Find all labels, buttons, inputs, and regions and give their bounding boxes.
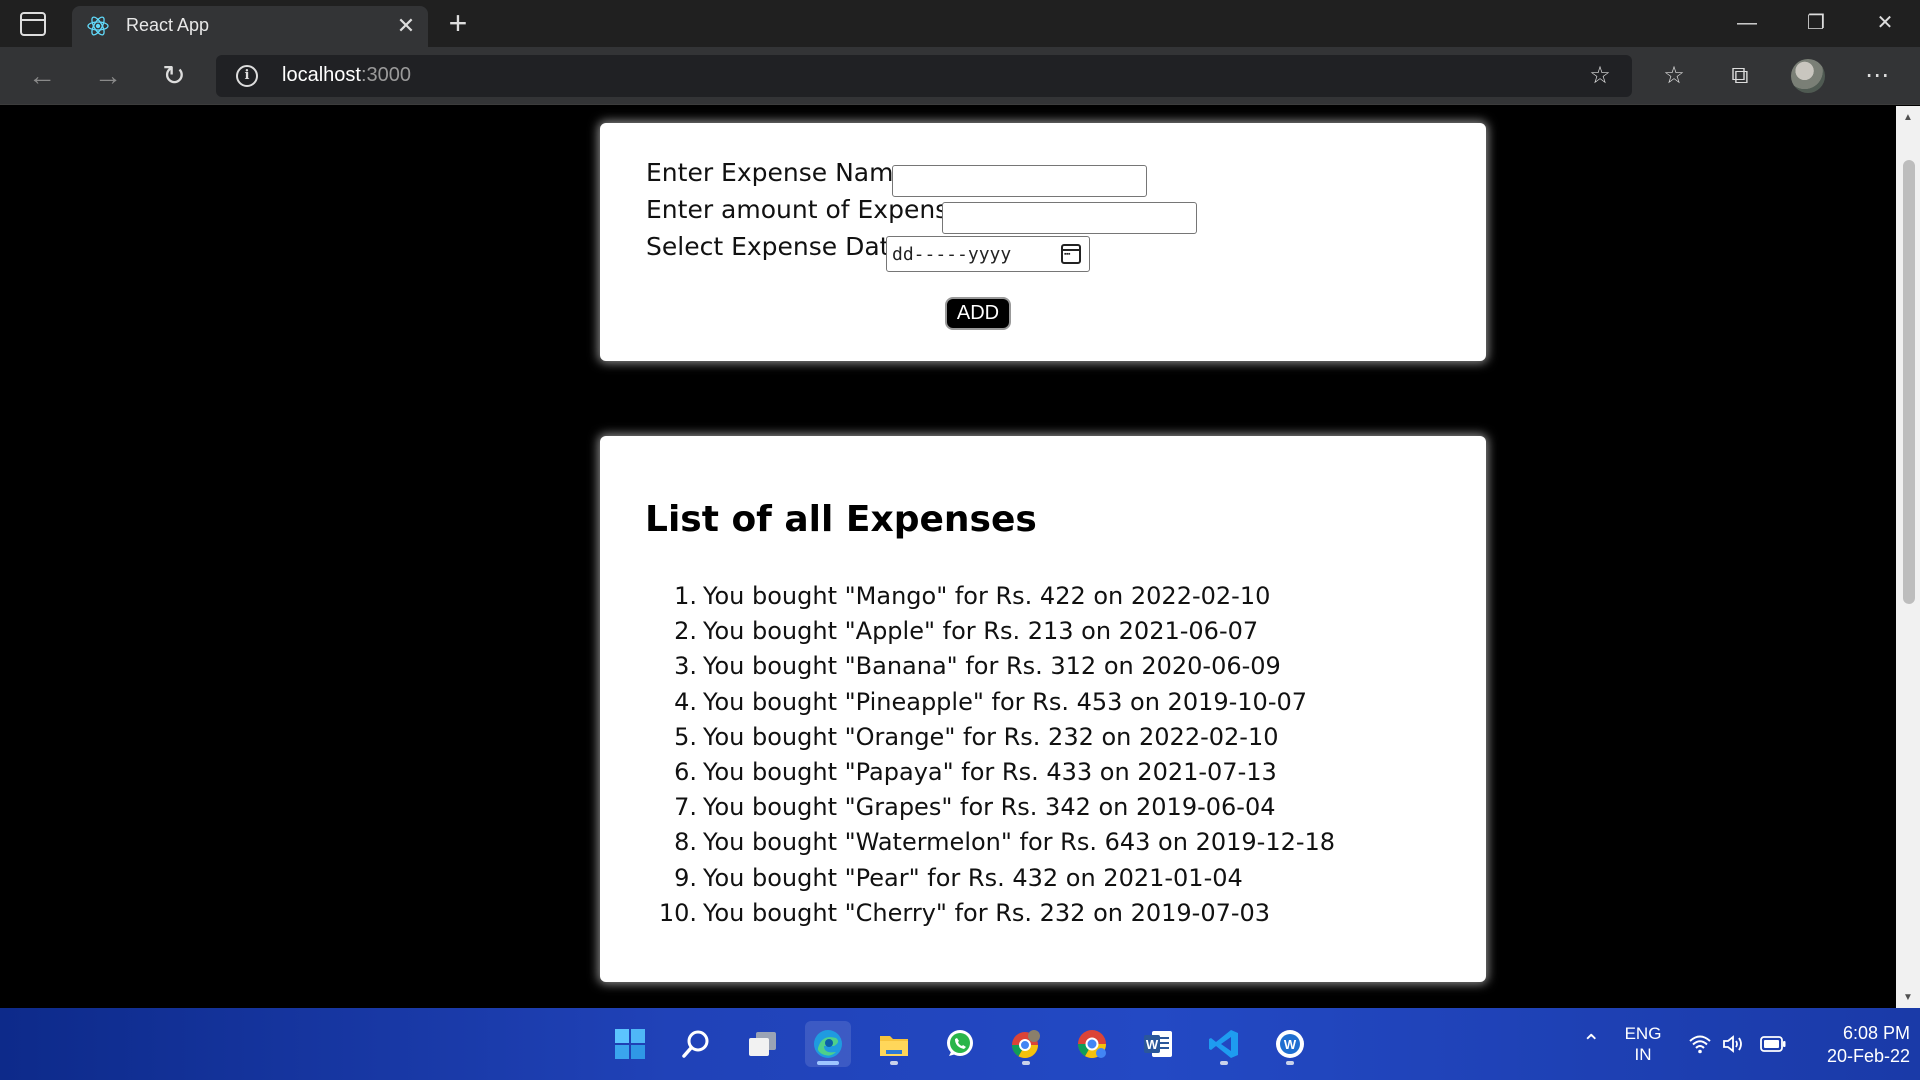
list-item: 8. You bought "Watermelon" for Rs. 643 on… <box>674 828 1336 857</box>
list-item: 2. You bought "Apple" for Rs. 213 on 2021… <box>674 617 1259 646</box>
window-close-icon[interactable]: ✕ <box>1865 8 1905 38</box>
tab-title: React App <box>126 15 210 35</box>
url-text[interactable]: localhost:3000 <box>282 64 411 87</box>
running-indicator <box>1220 1061 1228 1065</box>
expense-date-input[interactable]: dd-----yyyy <box>886 236 1090 272</box>
volume-icon[interactable] <box>1721 1032 1745 1056</box>
scroll-up-icon[interactable]: ▲ <box>1896 108 1920 128</box>
expense-date-row: Select Expense Date : <box>646 232 921 261</box>
tab-react-app[interactable]: React App ✕ <box>72 6 428 47</box>
edge-icon[interactable] <box>805 1021 851 1067</box>
date-placeholder: dd-----yyyy <box>892 244 1012 265</box>
clock-date: 20-Feb-22 <box>1826 1046 1910 1066</box>
collections-icon[interactable]: ⧉ <box>1722 59 1758 93</box>
list-item: 1. You bought "Mango" for Rs. 422 on 2022… <box>674 582 1271 610</box>
expense-date-label: Select Expense Date : <box>646 232 922 261</box>
list-item: 5. You bought "Orange" for Rs. 232 on 202… <box>674 722 1279 751</box>
minimize-icon[interactable]: — <box>1727 8 1767 38</box>
vscode-icon[interactable] <box>1201 1021 1247 1067</box>
calendar-icon[interactable] <box>1061 244 1081 264</box>
clock[interactable]: 6:08 PM 20-Feb-22 <box>1800 1022 1910 1068</box>
svg-text:W: W <box>1146 1037 1159 1052</box>
expense-amount-label: Enter amount of Expense : <box>646 195 980 224</box>
tab-actions-icon[interactable] <box>20 12 46 36</box>
whatsapp-icon[interactable] <box>937 1021 983 1067</box>
page-viewport: Enter Expense Name : Enter amount of Exp… <box>0 106 1896 1008</box>
expense-name-label: Enter Expense Name : <box>646 158 926 187</box>
expense-list-card: List of all Expenses 1. You bought "Mango… <box>600 436 1486 982</box>
scroll-down-icon[interactable]: ▼ <box>1896 988 1920 1008</box>
search-icon[interactable] <box>673 1021 719 1067</box>
list-title: List of all Expenses <box>645 499 1037 540</box>
svg-text:W: W <box>1284 1037 1297 1052</box>
expense-form-card: Enter Expense Name : Enter amount of Exp… <box>600 123 1486 361</box>
language-indicator[interactable]: ENG IN <box>1623 1023 1663 1065</box>
running-indicator <box>1286 1061 1294 1065</box>
battery-icon[interactable] <box>1760 1035 1786 1053</box>
add-favorite-icon[interactable]: ☆ <box>1586 63 1614 89</box>
favorites-icon[interactable]: ☆ <box>1656 59 1692 93</box>
list-item: 6. You bought "Papaya" for Rs. 433 on 202… <box>674 757 1277 786</box>
expense-list: 1. You bought "Mango" for Rs. 422 on 2022… <box>645 579 1335 931</box>
more-menu-icon[interactable]: ⋯ <box>1859 59 1895 93</box>
expense-name-input[interactable] <box>892 165 1147 197</box>
active-indicator <box>817 1061 839 1065</box>
running-indicator <box>890 1061 898 1065</box>
page-scrollbar[interactable]: ▲ ▼ <box>1896 106 1920 1008</box>
file-explorer-icon[interactable] <box>871 1021 917 1067</box>
add-expense-button[interactable]: ADD <box>945 297 1011 330</box>
list-item: 4. You bought "Pineapple" for Rs. 453 on … <box>674 687 1308 716</box>
word-icon[interactable]: W <box>1135 1021 1181 1067</box>
address-bar[interactable]: i localhost:3000 ☆ <box>216 55 1632 97</box>
clock-time: 6:08 PM <box>1842 1023 1910 1043</box>
show-hidden-icons-icon[interactable]: ⌃ <box>1582 1030 1600 1056</box>
expense-amount-row: Enter amount of Expense : <box>646 195 980 224</box>
expense-name-row: Enter Expense Name : <box>646 158 925 187</box>
new-tab-icon[interactable]: + <box>443 6 473 40</box>
running-indicator <box>1022 1061 1030 1065</box>
info-icon[interactable]: i <box>236 65 258 87</box>
list-item: 10. You bought "Cherry" for Rs. 232 on 20… <box>658 898 1271 927</box>
forward-icon[interactable]: → <box>90 59 126 93</box>
react-logo-icon <box>87 16 109 36</box>
browser-tab-bar: React App ✕ + — ❐ ✕ <box>0 0 1920 47</box>
browser-toolbar: ← → ↻ i localhost:3000 ☆ ☆ ⧉ ⋯ <box>0 47 1920 105</box>
back-icon[interactable]: ← <box>24 59 60 93</box>
list-item: 7. You bought "Grapes" for Rs. 342 on 201… <box>674 793 1276 822</box>
wifi-icon[interactable] <box>1688 1032 1712 1056</box>
refresh-icon[interactable]: ↻ <box>156 59 192 93</box>
app-w-icon[interactable]: W <box>1267 1021 1313 1067</box>
restore-icon[interactable]: ❐ <box>1796 8 1836 38</box>
scroll-thumb[interactable] <box>1903 160 1915 604</box>
list-item: 9. You bought "Pear" for Rs. 432 on 2021-… <box>674 863 1243 892</box>
task-view-icon[interactable] <box>739 1021 785 1067</box>
expense-amount-input[interactable] <box>942 202 1197 234</box>
close-tab-icon[interactable]: ✕ <box>392 12 420 40</box>
list-item: 3. You bought "Banana" for Rs. 312 on 202… <box>674 652 1281 681</box>
chrome-profile-icon[interactable] <box>1003 1021 1049 1067</box>
taskbar: W W ⌃ ENG IN 6:08 PM 20-Feb-22 <box>0 1008 1920 1080</box>
chrome-icon[interactable] <box>1069 1021 1115 1067</box>
start-icon[interactable] <box>607 1021 653 1067</box>
profile-avatar[interactable] <box>1791 59 1825 93</box>
